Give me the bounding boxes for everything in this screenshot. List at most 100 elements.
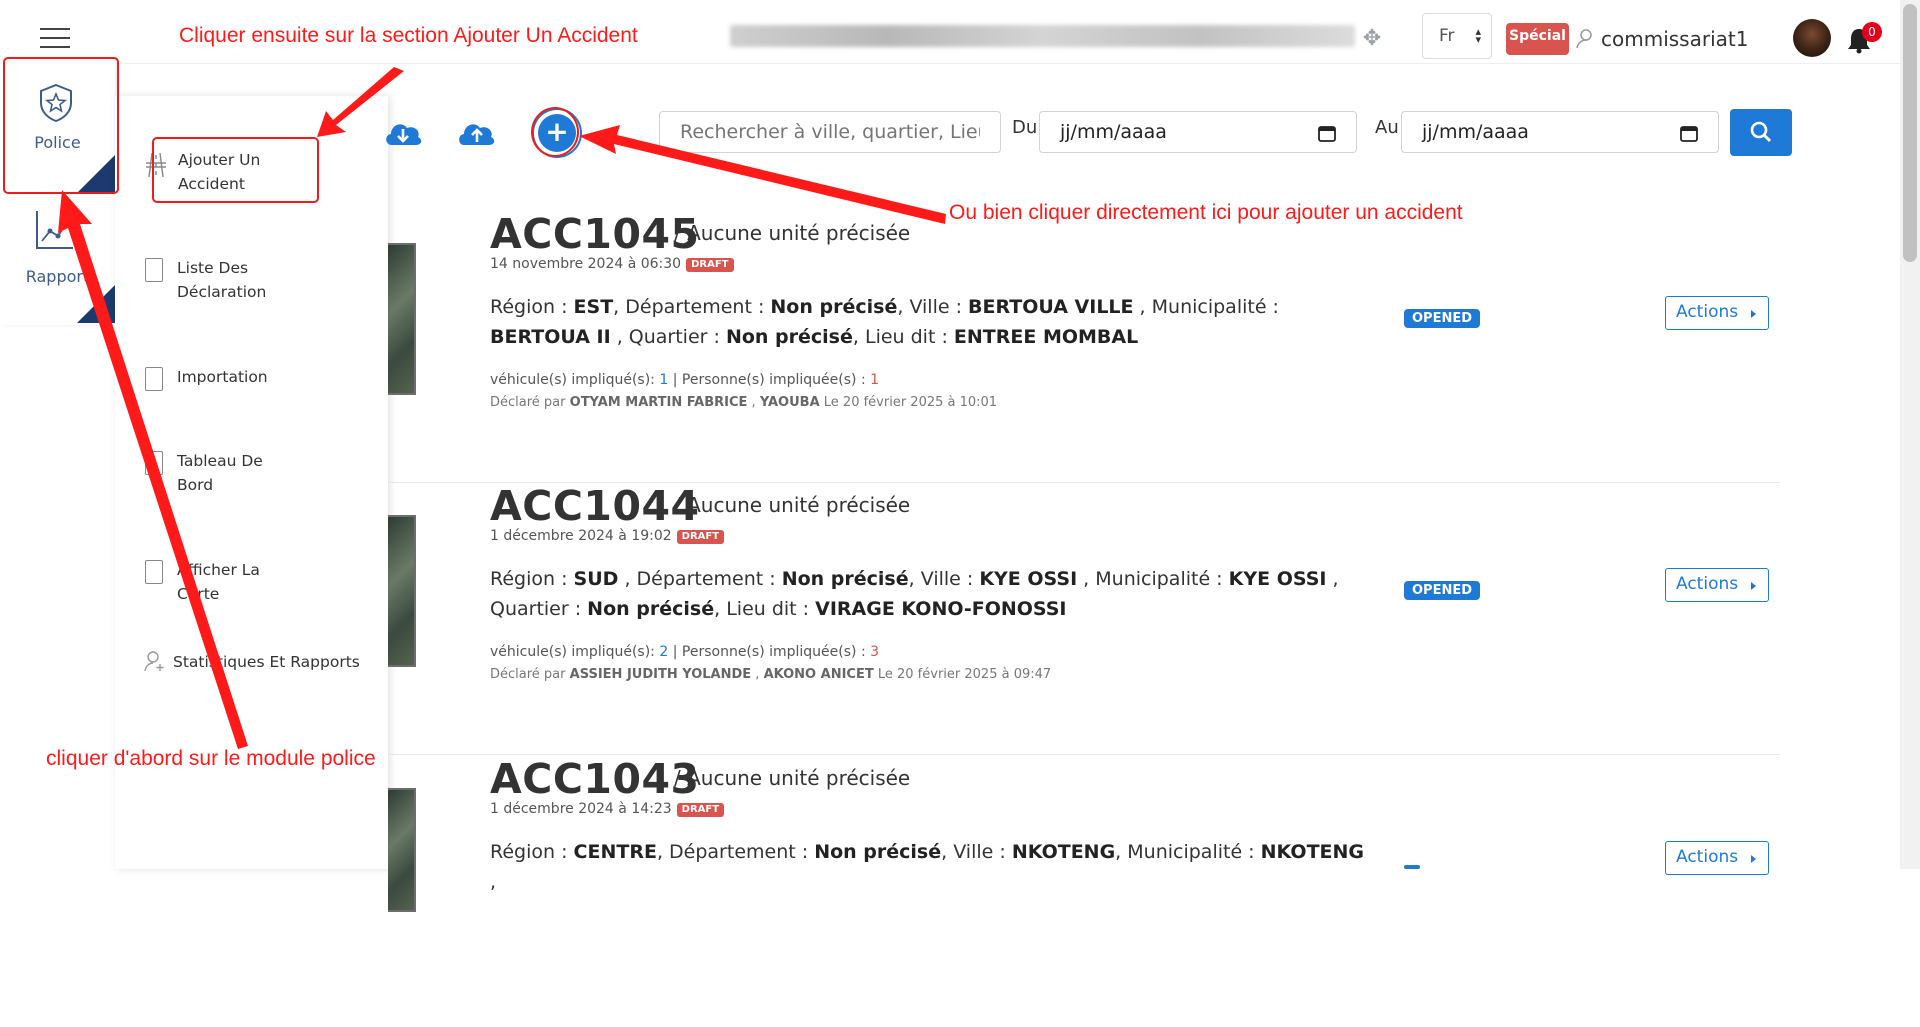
submenu-item-importation[interactable]: Importation <box>145 365 365 391</box>
municipalite-value: BERTOUA II <box>490 326 611 348</box>
departement-value: Non précisé <box>781 568 909 590</box>
module-rapport-label: Rapport <box>25 267 90 286</box>
accident-id[interactable]: ACC1045 <box>490 210 700 258</box>
accident-id[interactable]: ACC1044 <box>490 482 700 530</box>
ville-value: NKOTENG <box>1011 841 1116 863</box>
submenu-item-label: Statistiques Et Rapports <box>173 653 360 671</box>
vehicles-label: véhicule(s) impliqué(s): <box>490 644 655 660</box>
declared-prefix: Déclaré par <box>490 395 566 410</box>
ville-value: KYE OSSI <box>979 568 1078 590</box>
date-from-input[interactable]: jj/mm/aaaa <box>1039 111 1357 153</box>
departement-value: Non précisé <box>770 296 898 318</box>
move-icon[interactable]: ✥ <box>1360 27 1384 51</box>
region-label: Région : <box>490 296 568 318</box>
calendar-icon[interactable] <box>1318 124 1336 142</box>
accident-thumbnail[interactable] <box>388 788 416 912</box>
actions-button[interactable]: Actions <box>1665 296 1769 330</box>
departement-label: Département : <box>625 296 765 318</box>
submenu-item-label: Liste Des Déclaration <box>177 259 267 301</box>
date-from-placeholder: jj/mm/aaaa <box>1060 121 1167 143</box>
declarant-2: AKONO ANICET <box>763 667 874 682</box>
accident-thumbnail[interactable] <box>388 515 416 667</box>
status-badge <box>1404 865 1420 869</box>
annotation-box-police <box>3 57 119 194</box>
draft-badge: DRAFT <box>686 258 734 272</box>
region-value: SUD <box>573 568 619 590</box>
ville-label: Ville : <box>909 296 962 318</box>
avatar[interactable] <box>1793 19 1831 57</box>
page-scrollbar[interactable] <box>1900 0 1920 869</box>
annotation-step1: cliquer d'abord sur le module police <box>46 747 376 770</box>
lieu-label: Lieu dit : <box>726 598 810 620</box>
draft-badge: DRAFT <box>676 803 725 817</box>
involved-counts: véhicule(s) impliqué(s): 2 | Personne(s)… <box>490 644 879 660</box>
username[interactable]: commissariat1 <box>1601 27 1748 51</box>
accident-date: 1 décembre 2024 à 19:02 DRAFT <box>490 528 725 544</box>
region-label: Région : <box>490 568 568 590</box>
annotation-circle-add <box>531 107 579 157</box>
municipalite-value: NKOTENG <box>1260 841 1364 863</box>
accident-unit: / Aucune unité précisée <box>674 493 911 517</box>
cloud-upload-icon[interactable] <box>458 115 500 151</box>
scrollbar-thumb[interactable] <box>1903 4 1917 262</box>
region-value: EST <box>573 296 614 318</box>
vehicles-label: véhicule(s) impliqué(s): <box>490 372 655 388</box>
document-icon <box>145 367 163 391</box>
accident-date-text: 1 décembre 2024 à 14:23 <box>490 801 672 817</box>
calendar-icon[interactable] <box>1680 124 1698 142</box>
search-button[interactable] <box>1730 109 1792 156</box>
date-to-input[interactable]: jj/mm/aaaa <box>1401 111 1719 153</box>
lieu-value: VIRAGE KONO-FONOSSI <box>815 598 1067 620</box>
accident-location: Région : CENTRE, Département : Non préci… <box>490 841 1364 893</box>
accident-location: Région : EST, Département : Non précisé,… <box>490 296 1279 348</box>
select-caret-icon: ▴ ▾ <box>1475 25 1481 46</box>
quartier-label: Quartier <box>490 598 569 620</box>
region-label: Région : <box>490 841 568 863</box>
draft-badge: DRAFT <box>676 530 725 544</box>
chart-icon <box>36 211 73 249</box>
language-value: Fr <box>1439 26 1455 46</box>
accident-thumbnail[interactable] <box>388 243 416 395</box>
cloud-download-icon[interactable] <box>382 115 424 151</box>
user-icon <box>1576 29 1592 49</box>
accident-id[interactable]: ACC1043 <box>490 755 700 803</box>
declared-by: Déclaré par OTYAM MARTIN FABRICE , YAOUB… <box>490 395 998 410</box>
municipalite-value: KYE OSSI <box>1228 568 1327 590</box>
declared-by: Déclaré par ASSIEH JUDITH YOLANDE , AKON… <box>490 667 1052 682</box>
municipalite-label: Municipalité : <box>1127 841 1255 863</box>
caret-right-icon <box>1751 855 1756 863</box>
persons-count: 1 <box>870 372 880 388</box>
declarant-2: YAOUBA <box>759 395 820 410</box>
language-select[interactable]: Fr ▴ ▾ <box>1422 13 1492 59</box>
special-badge: Spécial <box>1506 23 1569 55</box>
submenu-item-statistiques[interactable]: Statistiques Et Rapports <box>143 650 383 674</box>
vehicles-count: 2 <box>659 644 669 660</box>
lieu-label: Lieu dit : <box>864 326 948 348</box>
actions-button[interactable]: Actions <box>1665 841 1769 875</box>
persons-count: 3 <box>870 644 880 660</box>
vehicles-count: 1 <box>659 372 669 388</box>
submenu-item-label: Afficher La Carte <box>177 561 260 603</box>
involved-counts: véhicule(s) impliqué(s): 1 | Personne(s)… <box>490 372 879 388</box>
submenu-item-afficher-carte[interactable]: Afficher La Carte <box>145 558 365 606</box>
accident-unit: / Aucune unité précisée <box>674 766 911 790</box>
search-input[interactable] <box>659 111 1001 153</box>
module-corner <box>77 285 115 323</box>
persons-label: | Personne(s) impliquée(s) : <box>672 644 866 660</box>
document-icon <box>145 451 163 475</box>
module-rapport[interactable]: Rapport <box>0 193 115 323</box>
submenu-item-label: Importation <box>177 368 268 386</box>
submenu-item-tableau-de-bord[interactable]: Tableau De Bord <box>145 449 365 497</box>
document-icon <box>145 258 163 282</box>
actions-label: Actions <box>1676 574 1739 594</box>
departement-value: Non précisé <box>814 841 942 863</box>
actions-label: Actions <box>1676 302 1739 322</box>
accident-date-text: 1 décembre 2024 à 19:02 <box>490 528 672 544</box>
user-add-icon <box>144 651 164 672</box>
departement-label: Département : <box>636 568 776 590</box>
submenu-item-liste-declaration[interactable]: Liste Des Déclaration <box>145 256 365 304</box>
actions-button[interactable]: Actions <box>1665 568 1769 602</box>
departement-label: Département : <box>669 841 809 863</box>
quartier-value: Non précisé <box>725 326 853 348</box>
menu-toggle-icon[interactable] <box>40 28 70 48</box>
